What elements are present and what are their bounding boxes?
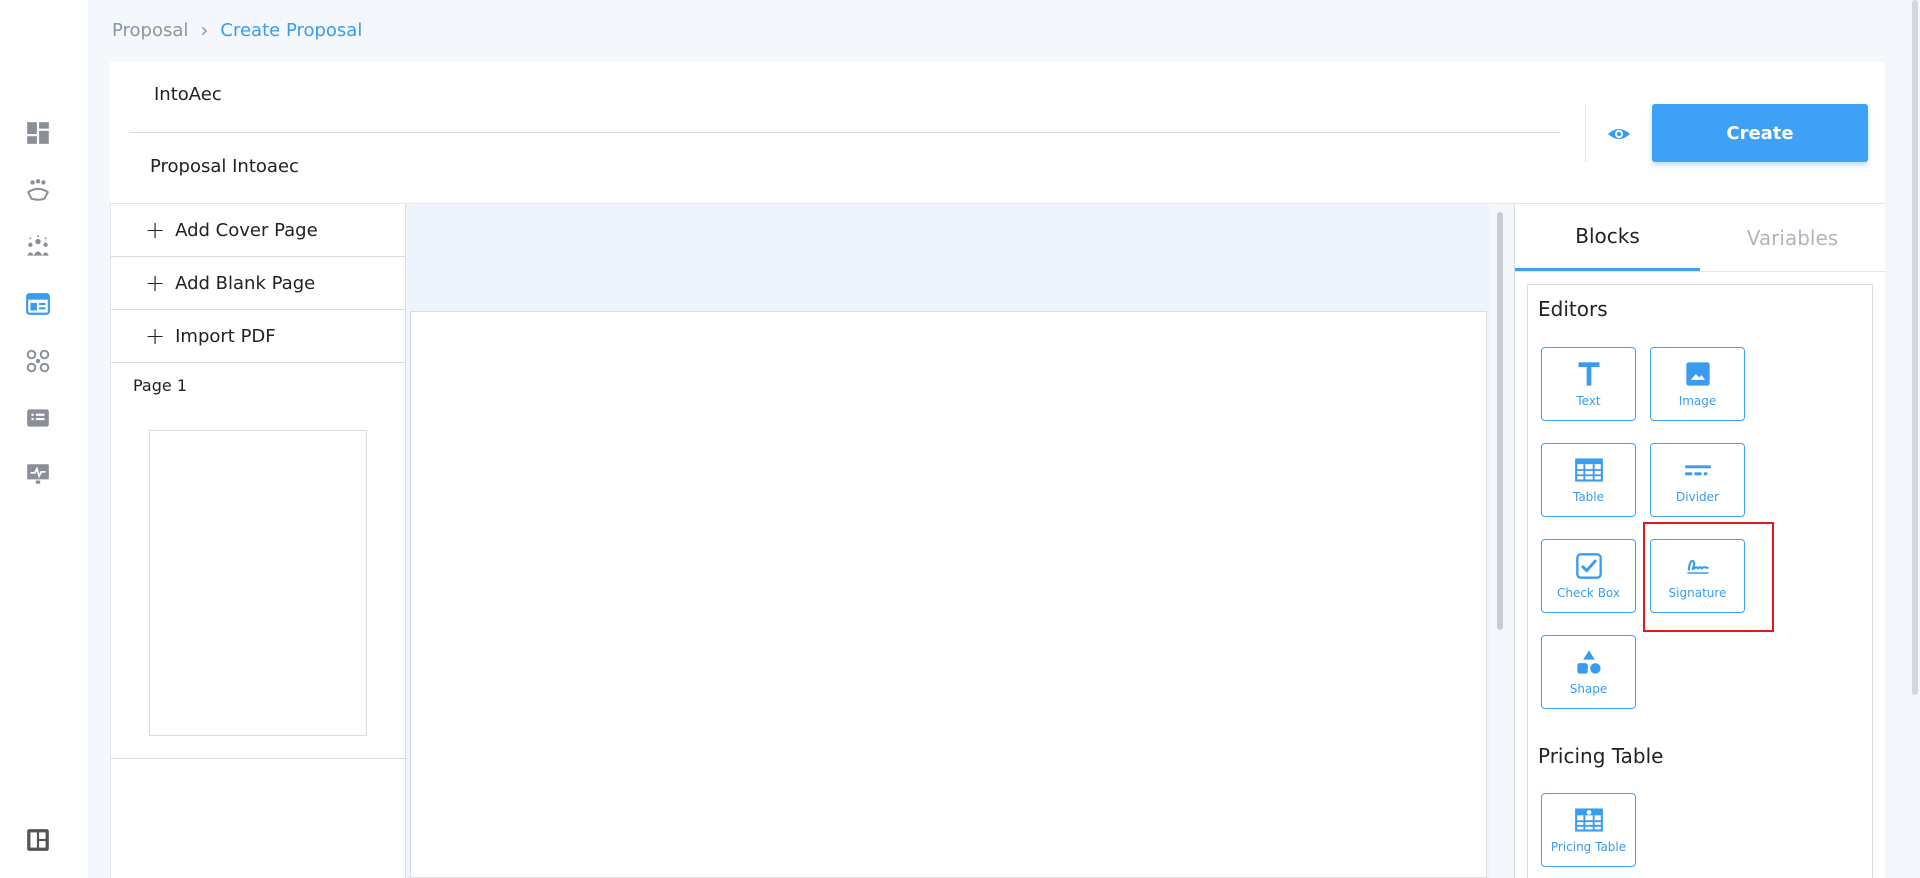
- monitor-icon[interactable]: [24, 460, 52, 488]
- page-thumbnail[interactable]: [149, 430, 367, 736]
- signature-block-label: Signature: [1668, 586, 1727, 600]
- pricing-table-block[interactable]: Pricing Table: [1541, 793, 1636, 867]
- blocks-container: Editors Text Image Table Divider Check B…: [1527, 284, 1873, 878]
- signature-icon: [1687, 559, 1709, 574]
- company-name-field[interactable]: IntoAec: [154, 84, 222, 105]
- divider-icon: [1684, 465, 1711, 476]
- import-pdf-button[interactable]: + Import PDF: [111, 310, 405, 363]
- table-icon: [1574, 458, 1603, 482]
- text-block-label: Text: [1576, 394, 1601, 408]
- tab-blocks[interactable]: Blocks: [1515, 204, 1700, 271]
- breadcrumb-current: Create Proposal: [220, 19, 363, 41]
- team-icon[interactable]: [24, 233, 52, 261]
- checkbox-icon: [1575, 553, 1602, 579]
- page-scrollbar[interactable]: [1912, 0, 1918, 695]
- signature-block[interactable]: Signature: [1650, 539, 1745, 613]
- handshake-icon[interactable]: [24, 176, 52, 204]
- plus-icon: +: [145, 322, 166, 350]
- add-blank-page-label: Add Blank Page: [175, 272, 316, 294]
- checkbox-block-label: Check Box: [1556, 586, 1621, 600]
- network-icon[interactable]: [24, 347, 52, 375]
- table-block-label: Table: [1572, 490, 1605, 504]
- list-icon[interactable]: [24, 404, 52, 432]
- panel-tabs: Blocks Variables: [1515, 204, 1886, 272]
- add-cover-page-button[interactable]: + Add Cover Page: [111, 204, 405, 257]
- dashboard-icon[interactable]: [24, 119, 52, 147]
- add-cover-page-label: Add Cover Page: [175, 219, 318, 241]
- shape-block-label: Shape: [1569, 682, 1608, 696]
- text-block[interactable]: Text: [1541, 347, 1636, 421]
- page-label: Page 1: [133, 376, 187, 395]
- layout-icon[interactable]: [24, 826, 52, 854]
- shape-icon: [1576, 650, 1601, 674]
- image-block[interactable]: Image: [1650, 347, 1745, 421]
- divider-block[interactable]: Divider: [1650, 443, 1745, 517]
- pages-panel: + Add Cover Page + Add Blank Page + Impo…: [110, 204, 407, 878]
- editor-canvas: [407, 205, 1489, 878]
- canvas-scrollbar[interactable]: [1497, 212, 1503, 630]
- editors-title: Editors: [1538, 297, 1608, 321]
- blocks-panel: Blocks Variables Editors Text Image Tabl…: [1514, 204, 1886, 878]
- proposal-icon[interactable]: [24, 290, 52, 318]
- create-button[interactable]: Create: [1652, 104, 1868, 162]
- text-icon: [1578, 362, 1599, 386]
- pricing-table-icon: [1574, 808, 1603, 832]
- pricing-table-block-label: Pricing Table: [1550, 840, 1627, 854]
- image-block-label: Image: [1678, 394, 1717, 408]
- breadcrumb-separator: ›: [200, 18, 209, 42]
- table-block[interactable]: Table: [1541, 443, 1636, 517]
- shape-block[interactable]: Shape: [1541, 635, 1636, 709]
- preview-eye-icon[interactable]: [1602, 117, 1636, 151]
- plus-icon: +: [145, 216, 166, 244]
- image-icon: [1685, 362, 1710, 386]
- header-divider: [130, 132, 1560, 133]
- header-separator: [1585, 104, 1586, 162]
- import-pdf-label: Import PDF: [175, 325, 276, 347]
- add-blank-page-button[interactable]: + Add Blank Page: [111, 257, 405, 310]
- pricing-table-title: Pricing Table: [1538, 744, 1664, 768]
- proposal-title-field[interactable]: Proposal Intoaec: [150, 156, 299, 177]
- checkbox-block[interactable]: Check Box: [1541, 539, 1636, 613]
- divider-block-label: Divider: [1676, 490, 1719, 504]
- sidebar: [0, 0, 88, 878]
- plus-icon: +: [145, 269, 166, 297]
- proposal-header: IntoAec Proposal Intoaec Create: [110, 62, 1885, 204]
- breadcrumb: Proposal › Create Proposal: [112, 18, 362, 42]
- tab-variables[interactable]: Variables: [1700, 204, 1885, 271]
- breadcrumb-proposal-link[interactable]: Proposal: [112, 20, 188, 41]
- thumbnail-divider: [111, 758, 407, 759]
- canvas-page[interactable]: [410, 311, 1487, 878]
